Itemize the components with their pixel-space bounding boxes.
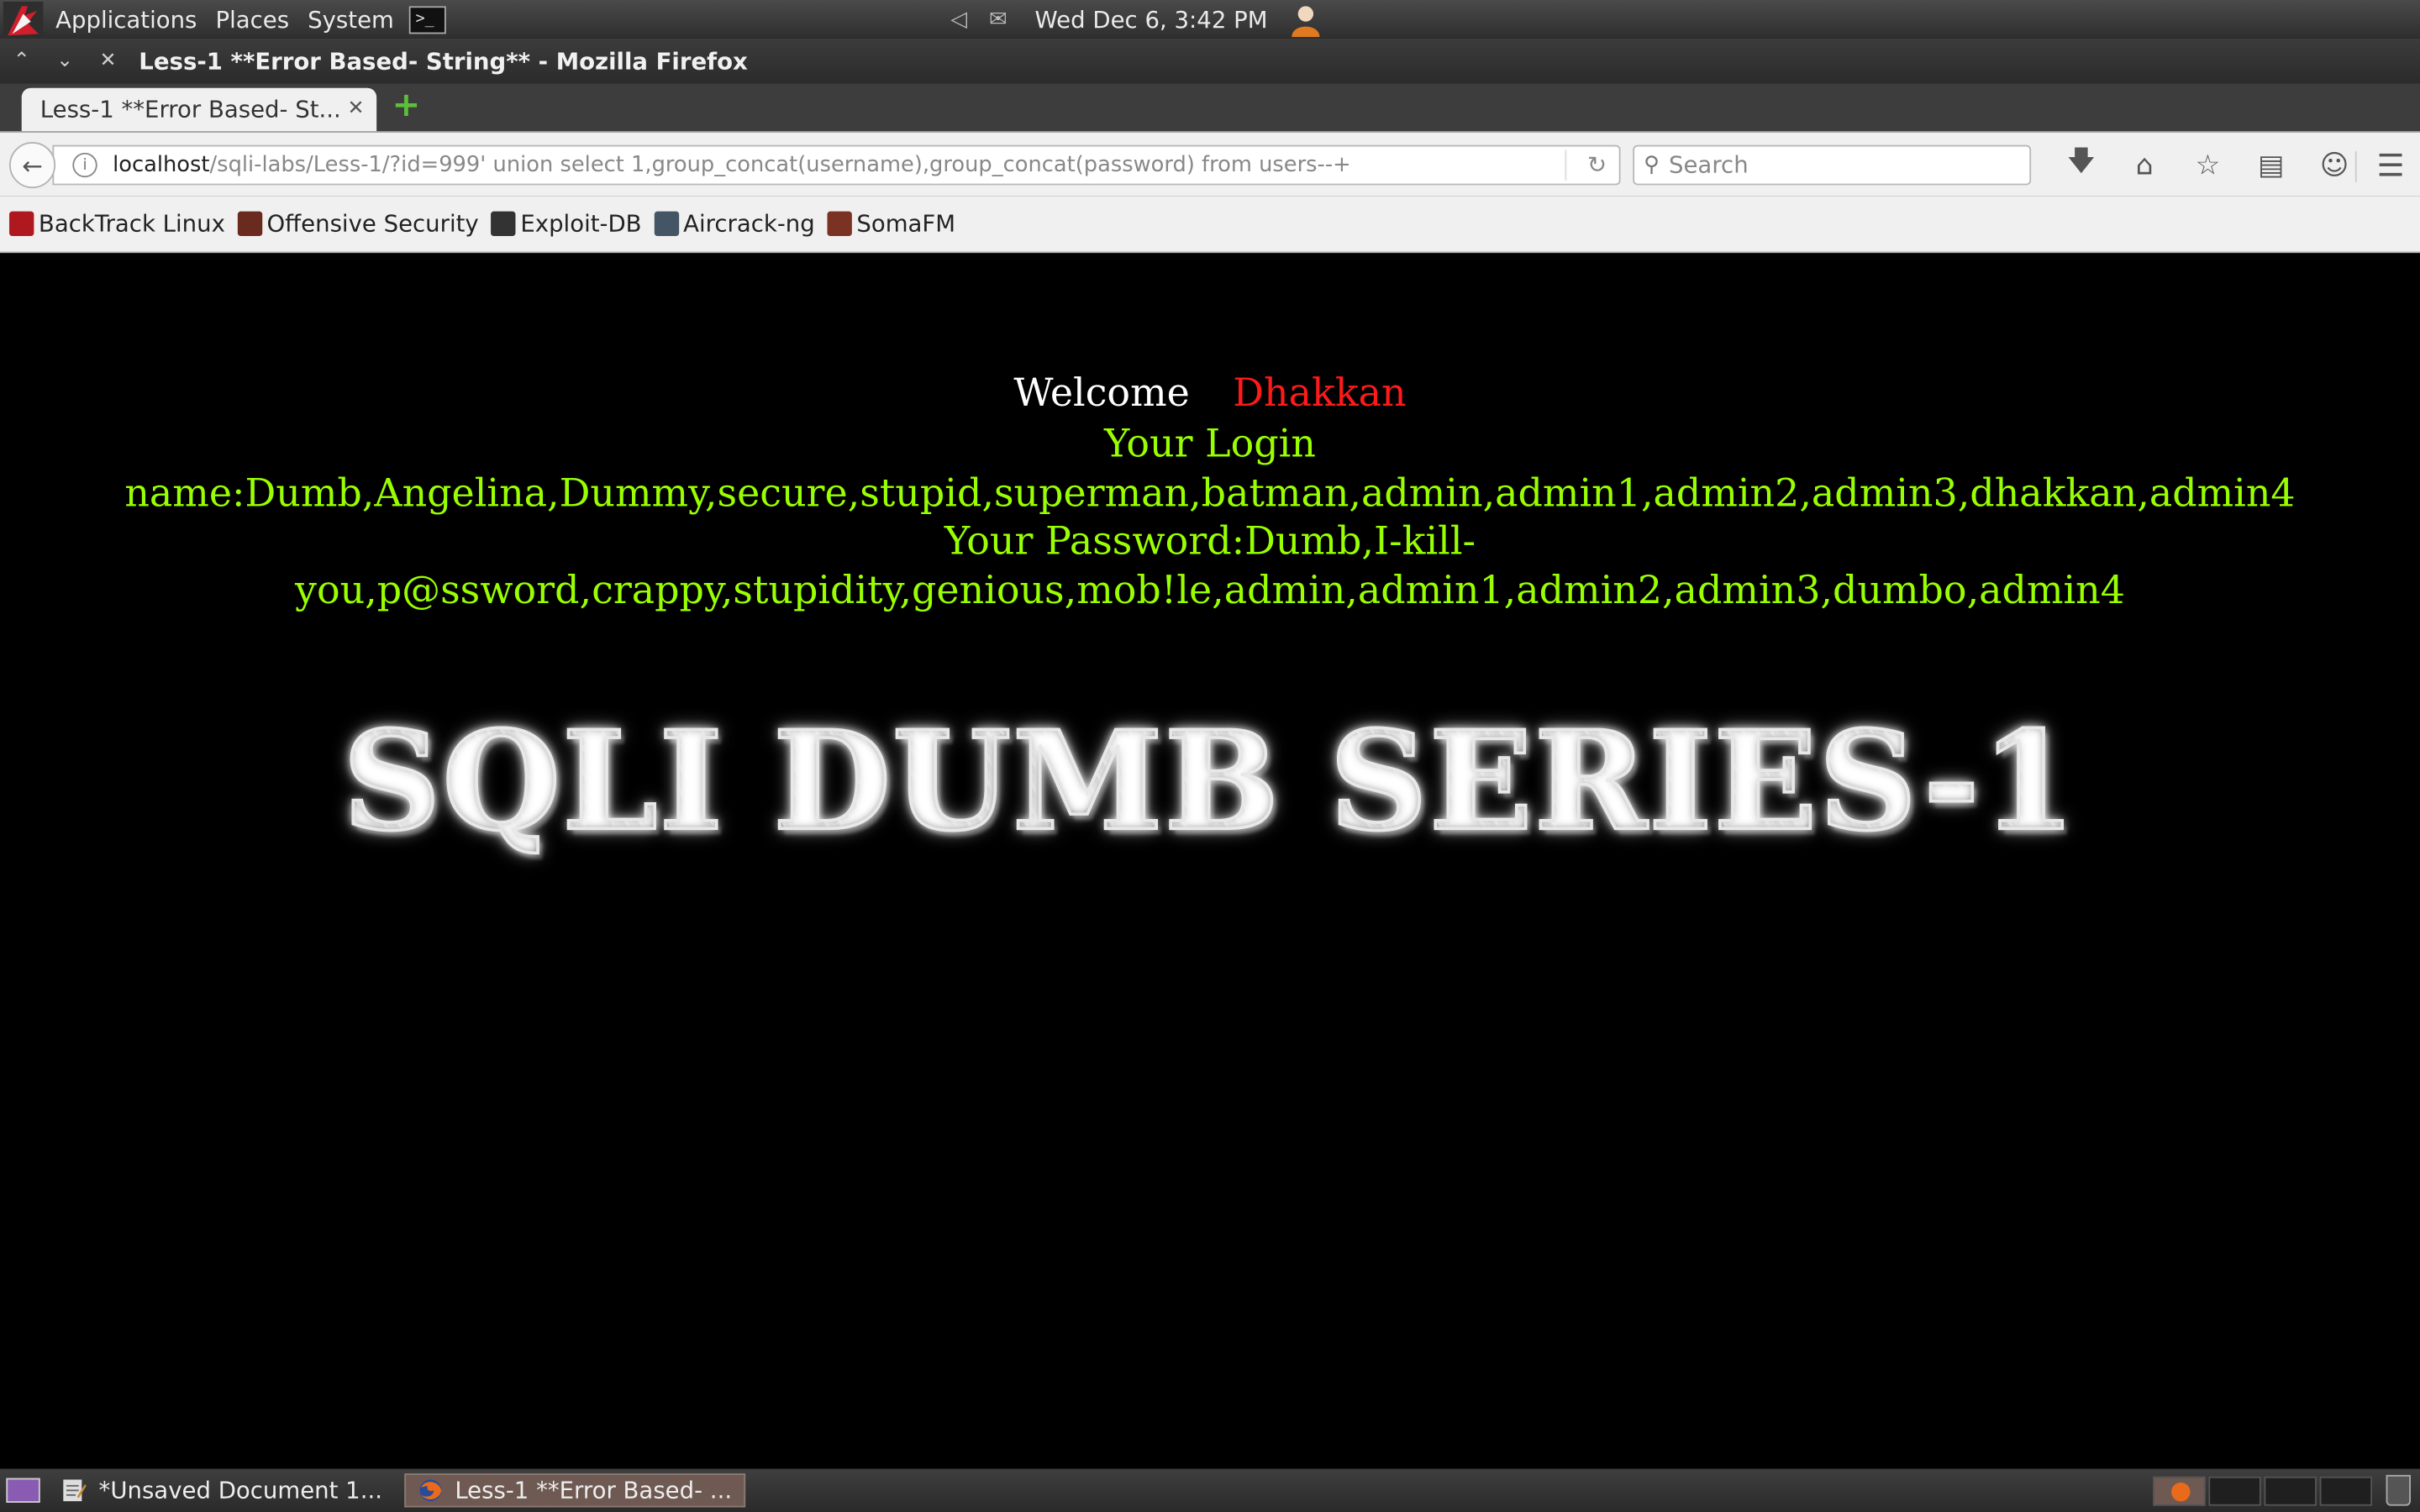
welcome-text: Welcome — [1013, 370, 1190, 416]
bookmark-favicon-icon — [9, 211, 34, 237]
bookmark-item[interactable]: SomaFM — [827, 210, 955, 238]
url-divider — [1565, 150, 1567, 181]
reading-list-icon[interactable]: ▤ — [2239, 145, 2302, 186]
task-label: *Unsaved Document 1... — [98, 1476, 382, 1504]
tab-close-icon[interactable]: ✕ — [347, 97, 364, 121]
reload-icon[interactable]: ↻ — [1587, 151, 1607, 179]
query-result: Your Login name:Dumb,Angelina,Dummy,secu… — [61, 420, 2358, 614]
bookmark-favicon-icon — [491, 211, 516, 237]
url-host: localhost — [113, 152, 210, 178]
terminal-launcher-icon[interactable]: >_ — [409, 5, 447, 34]
home-icon[interactable]: ⌂ — [2112, 145, 2175, 186]
workspace-3[interactable] — [2264, 1476, 2317, 1506]
backtrack-logo-icon[interactable] — [0, 0, 46, 39]
close-window-icon[interactable]: ✕ — [87, 50, 129, 73]
login-names: Your Login name:Dumb,Angelina,Dummy,secu… — [124, 421, 2296, 515]
navigation-toolbar: i localhost /sqli-labs/Less-1/?id=999' u… — [0, 132, 2420, 197]
bookmarks-toolbar: BackTrack Linux Offensive Security Exploit… — [0, 196, 2420, 254]
user-icon[interactable] — [1289, 3, 1323, 37]
bookmark-favicon-icon — [654, 211, 679, 237]
trash-icon[interactable] — [2386, 1474, 2411, 1506]
window-title: Less-1 **Error Based- String** - Mozilla… — [139, 47, 748, 76]
window-titlebar: ⌃ ⌄ ✕ Less-1 **Error Based- String** - M… — [0, 38, 2420, 84]
bookmark-item[interactable]: Aircrack-ng — [654, 209, 815, 238]
url-bar[interactable]: i localhost /sqli-labs/Less-1/?id=999' u… — [52, 144, 1621, 186]
series-banner: SQLI DUMB SERIES-1 — [0, 699, 2420, 863]
bookmark-label: Offensive Security — [266, 209, 479, 238]
toolbar-icons: 🡇 ⌂ ☆ ▤ ☺ — [2049, 145, 2366, 186]
search-icon: ⚲ — [1644, 152, 1660, 178]
back-arrow-icon: ← — [22, 150, 43, 180]
text-editor-icon — [63, 1479, 87, 1502]
task-firefox[interactable]: Less-1 **Error Based- ... — [403, 1473, 746, 1508]
new-tab-plus-icon[interactable]: + — [392, 89, 421, 123]
bookmark-favicon-icon — [237, 211, 262, 237]
menu-system[interactable]: System — [298, 5, 403, 33]
workspace-4[interactable] — [2319, 1476, 2373, 1506]
bookmark-item[interactable]: Exploit-DB — [491, 209, 642, 238]
toolbar-divider — [2354, 151, 2357, 182]
hamburger-menu-icon[interactable]: ☰ — [2368, 145, 2414, 186]
search-placeholder: Search — [1668, 151, 1749, 180]
bookmark-label: BackTrack Linux — [38, 209, 225, 238]
maximize-chevron-up-icon[interactable]: ⌃ — [0, 50, 43, 73]
bookmark-label: Exploit-DB — [520, 209, 642, 238]
volume-icon[interactable]: ◁ — [950, 7, 967, 31]
menu-places[interactable]: Places — [206, 5, 298, 33]
workspace-2[interactable] — [2208, 1476, 2261, 1506]
bookmark-label: Aircrack-ng — [683, 209, 815, 238]
bookmark-favicon-icon — [827, 211, 852, 237]
welcome-name: Dhakkan — [1233, 370, 1407, 416]
task-text-editor[interactable]: *Unsaved Document 1... — [50, 1473, 395, 1507]
bottom-taskbar: *Unsaved Document 1... Less-1 **Error Ba… — [0, 1468, 2420, 1512]
bookmark-item[interactable]: BackTrack Linux — [9, 210, 225, 238]
passwords: Your Password:Dumb,I-kill-you,p@ssword,c… — [295, 518, 2125, 612]
downloads-icon[interactable]: 🡇 — [2049, 145, 2112, 186]
search-bar[interactable]: ⚲ Search — [1633, 144, 2032, 186]
menu-applications[interactable]: Applications — [46, 5, 206, 33]
panel-status-area: ◁ ✉ Wed Dec 6, 3:42 PM — [950, 0, 1323, 39]
bookmark-item[interactable]: Offensive Security — [237, 209, 479, 238]
tab-less-1[interactable]: Less-1 **Error Based- St... ✕ — [21, 87, 377, 132]
bookmark-label: SomaFM — [856, 209, 956, 238]
mail-icon[interactable]: ✉ — [989, 7, 1007, 31]
welcome-line: Welcome Dhakkan — [0, 370, 2420, 415]
page-content: Welcome Dhakkan Your Login name:Dumb,Ange… — [0, 253, 2420, 1469]
firefox-icon — [2171, 1482, 2191, 1502]
site-info-icon[interactable]: i — [72, 152, 97, 178]
top-panel: Applications Places System >_ ◁ ✉ Wed De… — [0, 0, 2420, 39]
task-label: Less-1 **Error Based- ... — [455, 1476, 733, 1504]
bookmark-star-icon[interactable]: ☆ — [2176, 145, 2239, 186]
minimize-chevron-down-icon[interactable]: ⌄ — [43, 50, 86, 73]
clock[interactable]: Wed Dec 6, 3:42 PM — [1035, 5, 1268, 33]
url-path: /sqli-labs/Less-1/?id=999' union select … — [209, 152, 1351, 178]
show-desktop-icon[interactable] — [6, 1478, 40, 1503]
workspace-1[interactable] — [2153, 1476, 2206, 1506]
firefox-icon — [419, 1479, 441, 1502]
tab-label: Less-1 **Error Based- St... — [39, 95, 341, 123]
back-button[interactable]: ← — [9, 141, 56, 189]
tab-strip: Less-1 **Error Based- St... ✕ + — [0, 83, 2420, 133]
